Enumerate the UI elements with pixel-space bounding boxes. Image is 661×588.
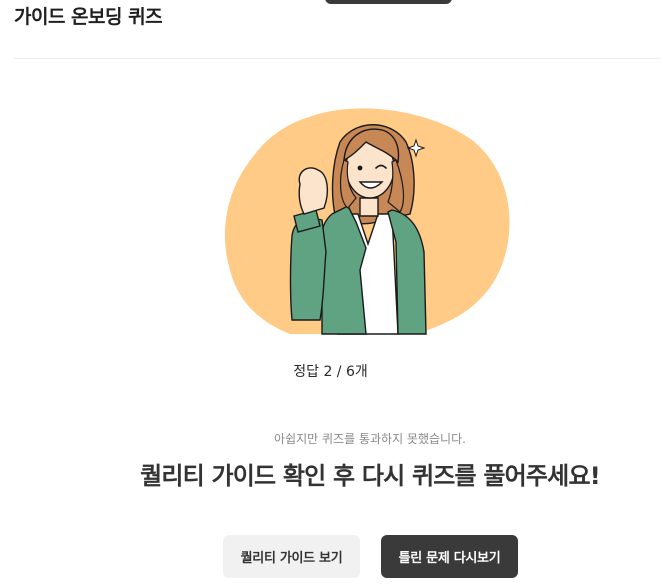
view-quality-guide-button[interactable]: 퀄리티 가이드 보기 (223, 535, 360, 578)
raised-fist (298, 167, 329, 215)
page-title: 가이드 온보딩 퀴즈 (14, 6, 163, 28)
cheering-woman-illustration (224, 108, 510, 335)
neck (359, 197, 379, 217)
retry-instruction: 퀄리티 가이드 확인 후 다시 퀴즈를 풀어주세요! (140, 462, 601, 490)
review-wrong-answers-button[interactable]: 틀린 문제 다시보기 (381, 535, 518, 578)
score-text: 정답 2 / 6개 (293, 364, 368, 380)
header-divider (14, 58, 661, 59)
quiz-result-page: 가이드 온보딩 퀴즈 정답 2 / 6개 아쉽지만 퀴즈를 통과하지 못했습니다… (0, 0, 661, 588)
open-eye (357, 165, 363, 171)
top-toast-bar (325, 0, 452, 4)
raised-arm (289, 217, 327, 321)
fail-subtitle: 아쉽지만 퀴즈를 통과하지 못했습니다. (274, 432, 466, 446)
